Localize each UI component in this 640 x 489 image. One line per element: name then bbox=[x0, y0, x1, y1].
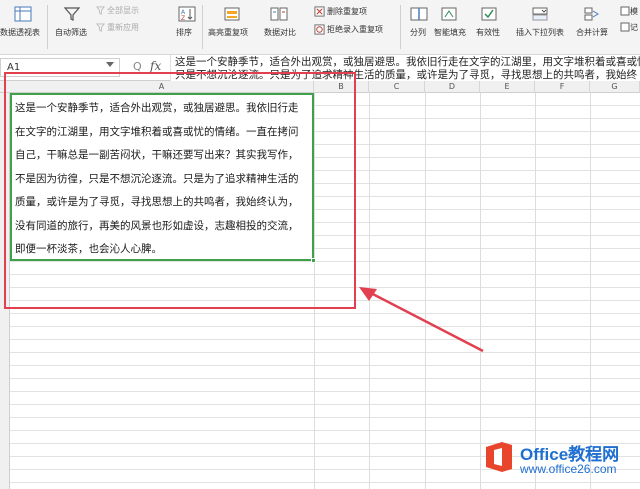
split-columns-icon[interactable] bbox=[410, 6, 428, 22]
ribbon-separator bbox=[47, 5, 48, 49]
data-compare-icon[interactable] bbox=[270, 6, 288, 22]
reject-duplicates-icon[interactable] bbox=[314, 24, 325, 35]
office-logo-icon bbox=[486, 442, 512, 472]
arrow-icon bbox=[359, 287, 484, 353]
ribbon-insert-dropdown-label[interactable]: 插入下拉列表 bbox=[516, 28, 564, 38]
ribbon-separator bbox=[400, 5, 401, 49]
ribbon-toolbar: 数据透视表 自动筛选 全部显示 重新应用 AZ 排序 高亮重复项 数据对比 删除… bbox=[0, 0, 640, 55]
watermark-logo: Office教程网 www.office26.com bbox=[478, 436, 640, 486]
pivot-table-icon[interactable] bbox=[14, 6, 32, 22]
show-all-icon bbox=[96, 6, 105, 15]
column-header-d[interactable]: D bbox=[425, 81, 480, 93]
ribbon-record-label[interactable]: 记 bbox=[630, 23, 638, 33]
ribbon-reapply-label: 重新应用 bbox=[107, 23, 139, 32]
ribbon-consolidate-label[interactable]: 合并计算 bbox=[576, 28, 608, 38]
simulate-icon[interactable] bbox=[620, 6, 630, 16]
column-header-f[interactable]: F bbox=[535, 81, 590, 93]
column-header-g[interactable]: G bbox=[590, 81, 640, 93]
grid-line bbox=[590, 93, 591, 489]
validation-icon[interactable] bbox=[480, 6, 498, 22]
record-icon[interactable] bbox=[620, 22, 630, 32]
ribbon-remove-duplicates-label[interactable]: 删除重复项 bbox=[327, 7, 367, 17]
ribbon-reject-duplicates-label[interactable]: 拒绝录入重复项 bbox=[327, 25, 383, 35]
grid-line bbox=[535, 93, 536, 489]
formula-line: 这是一个安静季节，适合外出观赏，或独居避思。我依旧行走在文字的江湖里，用文字堆积… bbox=[175, 56, 640, 68]
ribbon-validation-label[interactable]: 有效性 bbox=[476, 28, 500, 38]
svg-text:Z: Z bbox=[181, 15, 185, 22]
insert-dropdown-icon[interactable] bbox=[531, 6, 549, 22]
ribbon-pivot-label[interactable]: 数据透视表 bbox=[0, 28, 40, 38]
column-header-e[interactable]: E bbox=[480, 81, 535, 93]
ribbon-simulate-label[interactable]: 模 bbox=[630, 7, 638, 17]
ribbon-data-compare-label[interactable]: 数据对比 bbox=[264, 28, 296, 38]
remove-duplicates-icon[interactable] bbox=[314, 6, 325, 17]
ribbon-sort-label[interactable]: 排序 bbox=[176, 28, 192, 38]
ribbon-split-label[interactable]: 分列 bbox=[410, 28, 426, 38]
highlight-duplicates-icon[interactable] bbox=[223, 6, 241, 22]
sort-icon[interactable]: AZ bbox=[178, 6, 196, 22]
filter-icon[interactable] bbox=[63, 6, 81, 22]
highlight-box bbox=[4, 72, 356, 309]
ribbon-highlight-duplicates-label[interactable]: 高亮重复项 bbox=[208, 28, 248, 38]
watermark-url: www.office26.com bbox=[520, 462, 617, 476]
consolidate-icon[interactable] bbox=[584, 6, 602, 22]
ribbon-separator bbox=[202, 5, 203, 49]
reapply-icon bbox=[96, 23, 105, 32]
chevron-down-icon[interactable] bbox=[106, 62, 114, 67]
ribbon-smart-fill-label[interactable]: 智能填充 bbox=[434, 28, 466, 38]
fx-icon[interactable]: fx bbox=[150, 59, 161, 73]
column-header-c[interactable]: C bbox=[369, 81, 425, 93]
ribbon-show-all-label: 全部显示 bbox=[107, 6, 139, 15]
ribbon-autofilter-label[interactable]: 自动筛选 bbox=[55, 28, 87, 38]
smart-fill-icon[interactable] bbox=[440, 6, 458, 22]
